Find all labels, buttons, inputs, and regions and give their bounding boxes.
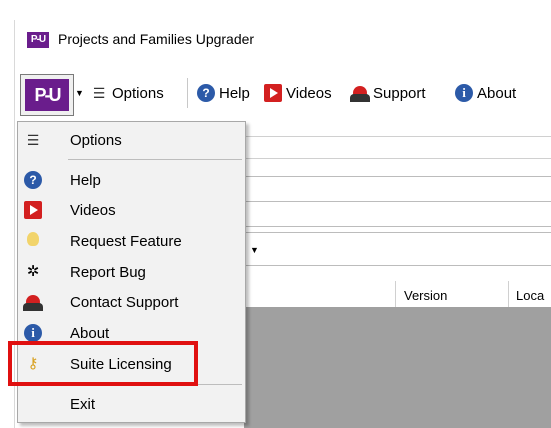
about-button[interactable]: i About: [455, 84, 516, 102]
list-icon: ☰: [26, 132, 40, 148]
menu-item-request-feature[interactable]: Request Feature: [18, 226, 245, 256]
menu-item-label: About: [70, 324, 110, 342]
window-title: Projects and Families Upgrader: [58, 31, 255, 47]
menu-item-label: Request Feature: [70, 232, 182, 250]
dropdown-field[interactable]: [244, 232, 551, 266]
menu-item-label: Exit: [70, 395, 96, 413]
about-icon: i: [24, 324, 42, 342]
pane-divider: [244, 136, 551, 137]
menu-item-label: Contact Support: [70, 293, 179, 311]
videos-button[interactable]: Videos: [264, 84, 332, 102]
highlight-box: [8, 341, 198, 386]
column-header-version[interactable]: Version: [404, 288, 447, 303]
menu-item-report-bug[interactable]: ✲ Report Bug: [18, 257, 245, 287]
options-label: Options: [112, 84, 164, 102]
toolbar-separator: [187, 78, 188, 108]
pane-divider: [244, 158, 551, 159]
menu-item-options[interactable]: ☰ Options: [18, 125, 245, 155]
video-icon: [24, 201, 42, 219]
column-divider[interactable]: [508, 281, 509, 307]
menu-item-label: Videos: [70, 201, 116, 219]
videos-label: Videos: [286, 84, 332, 102]
list-icon: ☰: [92, 85, 106, 101]
menu-item-exit[interactable]: Exit: [18, 389, 245, 419]
about-icon: i: [455, 84, 473, 102]
menu-item-label: Options: [70, 131, 122, 149]
chevron-down-icon[interactable]: ▼: [75, 88, 84, 98]
about-label: About: [477, 84, 517, 102]
menu-item-help[interactable]: ? Help: [18, 165, 245, 195]
support-icon: [350, 86, 370, 102]
grid-body: [244, 307, 551, 428]
app-logo: P-U: [25, 79, 69, 111]
options-button[interactable]: ☰ Options: [90, 84, 164, 102]
support-label: Support: [373, 84, 426, 102]
menu-item-label: Report Bug: [70, 263, 146, 281]
input-field[interactable]: [244, 201, 551, 227]
lightbulb-icon: [27, 232, 39, 246]
support-icon: [23, 295, 43, 311]
support-button[interactable]: Support: [350, 84, 426, 102]
help-label: Help: [219, 84, 250, 102]
help-icon: ?: [197, 84, 215, 102]
grid-header: [244, 281, 551, 308]
help-icon: ?: [24, 171, 42, 189]
video-icon: [264, 84, 282, 102]
menu-item-contact-support[interactable]: Contact Support: [18, 287, 245, 317]
chevron-down-icon[interactable]: ▼: [250, 245, 259, 255]
column-divider[interactable]: [395, 281, 396, 307]
help-button[interactable]: ? Help: [197, 84, 250, 102]
menu-separator: [68, 159, 242, 160]
input-field[interactable]: [244, 176, 551, 202]
bug-icon: ✲: [26, 263, 40, 280]
menu-item-label: Help: [70, 171, 101, 189]
menu-item-videos[interactable]: Videos: [18, 195, 245, 225]
column-header-location[interactable]: Loca: [516, 288, 544, 303]
app-icon: P-U: [27, 32, 49, 48]
app-menu-button[interactable]: P-U: [20, 74, 74, 116]
